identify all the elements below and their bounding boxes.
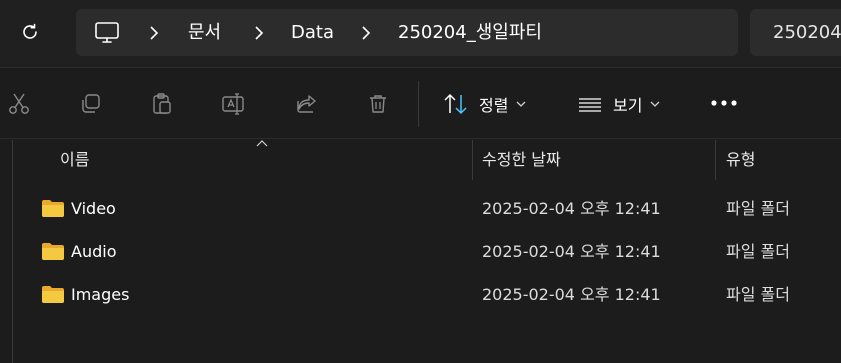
file-date: 2025-02-04 오후 12:41: [482, 242, 661, 261]
address-bar[interactable]: 문서 Data 250204_생일파티: [76, 9, 738, 56]
address-bar-area: 문서 Data 250204_생일파티 250204: [0, 0, 841, 68]
cut-icon: [9, 93, 29, 114]
column-header-date-modified[interactable]: 수정한 날짜: [482, 140, 561, 180]
copy-icon: [82, 94, 100, 113]
folder-icon: [42, 286, 64, 303]
sort-ascending-icon: [256, 140, 268, 147]
breadcrumb-item-documents[interactable]: 문서: [188, 21, 221, 45]
paste-icon: [153, 93, 171, 114]
file-name: Audio: [71, 242, 117, 261]
sort-label: 정렬: [479, 96, 509, 115]
file-name: Images: [71, 285, 130, 304]
refresh-icon: [23, 23, 37, 39]
share-button[interactable]: [294, 91, 320, 117]
file-type: 파일 폴더: [726, 242, 790, 261]
file-row-audio[interactable]: Audio 2025-02-04 오후 12:41 파일 폴더: [30, 232, 841, 274]
folder-icon: [42, 243, 64, 260]
this-pc-icon[interactable]: [94, 21, 120, 45]
breadcrumb: 문서 Data 250204_생일파티: [76, 9, 738, 56]
sort-button[interactable]: 정렬: [443, 89, 526, 119]
chevron-right-icon[interactable]: [254, 26, 264, 40]
search-text: 250204: [773, 22, 841, 43]
file-date: 2025-02-04 오후 12:41: [482, 285, 661, 304]
file-type: 파일 폴더: [726, 285, 790, 304]
column-header-name[interactable]: 이름: [60, 140, 89, 180]
file-date: 2025-02-04 오후 12:41: [482, 199, 661, 218]
sort-icon: [444, 93, 467, 115]
file-name: Video: [71, 199, 116, 218]
breadcrumb-item-data[interactable]: Data: [291, 21, 334, 45]
trash-icon: [370, 95, 386, 113]
view-label: 보기: [613, 96, 643, 115]
search-box[interactable]: 250204: [750, 9, 841, 56]
command-bar-separator: [418, 81, 419, 127]
share-icon: [297, 95, 316, 113]
more-options-icon[interactable]: [710, 97, 738, 109]
column-divider[interactable]: [715, 140, 716, 180]
file-row-images[interactable]: Images 2025-02-04 오후 12:41 파일 폴더: [30, 275, 841, 317]
chevron-down-icon: [516, 101, 526, 107]
file-type: 파일 폴더: [726, 199, 790, 218]
refresh-button[interactable]: [12, 14, 48, 50]
paste-button[interactable]: [149, 91, 175, 117]
copy-button[interactable]: [78, 91, 104, 117]
cut-button[interactable]: [6, 91, 32, 117]
chevron-right-icon[interactable]: [361, 26, 371, 40]
view-lines-icon: [579, 98, 601, 112]
column-divider[interactable]: [472, 140, 473, 180]
folder-icon: [42, 200, 64, 217]
command-bar: 정렬 보기: [0, 69, 841, 139]
rename-icon: [222, 93, 244, 115]
rename-button[interactable]: [221, 91, 247, 117]
column-header-type[interactable]: 유형: [726, 140, 755, 180]
breadcrumb-item-current-folder[interactable]: 250204_생일파티: [398, 21, 542, 45]
delete-button[interactable]: [365, 91, 391, 117]
chevron-down-icon: [650, 101, 660, 107]
navigation-pane-divider[interactable]: [12, 140, 13, 363]
view-button[interactable]: 보기: [577, 89, 660, 119]
chevron-right-icon[interactable]: [149, 26, 159, 40]
file-row-video[interactable]: Video 2025-02-04 오후 12:41 파일 폴더: [30, 189, 841, 231]
